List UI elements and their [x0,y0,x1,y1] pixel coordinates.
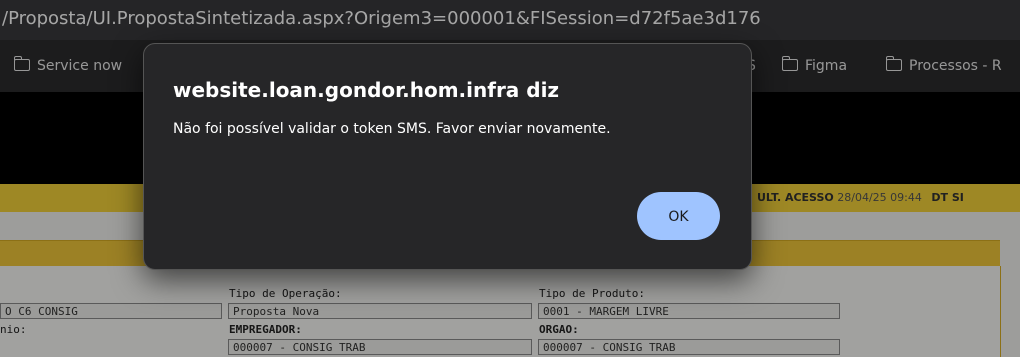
dialog-message: Não foi possível validar o token SMS. Fa… [173,121,611,137]
alert-dialog: website.loan.gondor.hom.infra diz Não fo… [143,43,752,270]
dialog-title: website.loan.gondor.hom.infra diz [173,78,560,102]
ok-button[interactable]: OK [637,192,720,240]
